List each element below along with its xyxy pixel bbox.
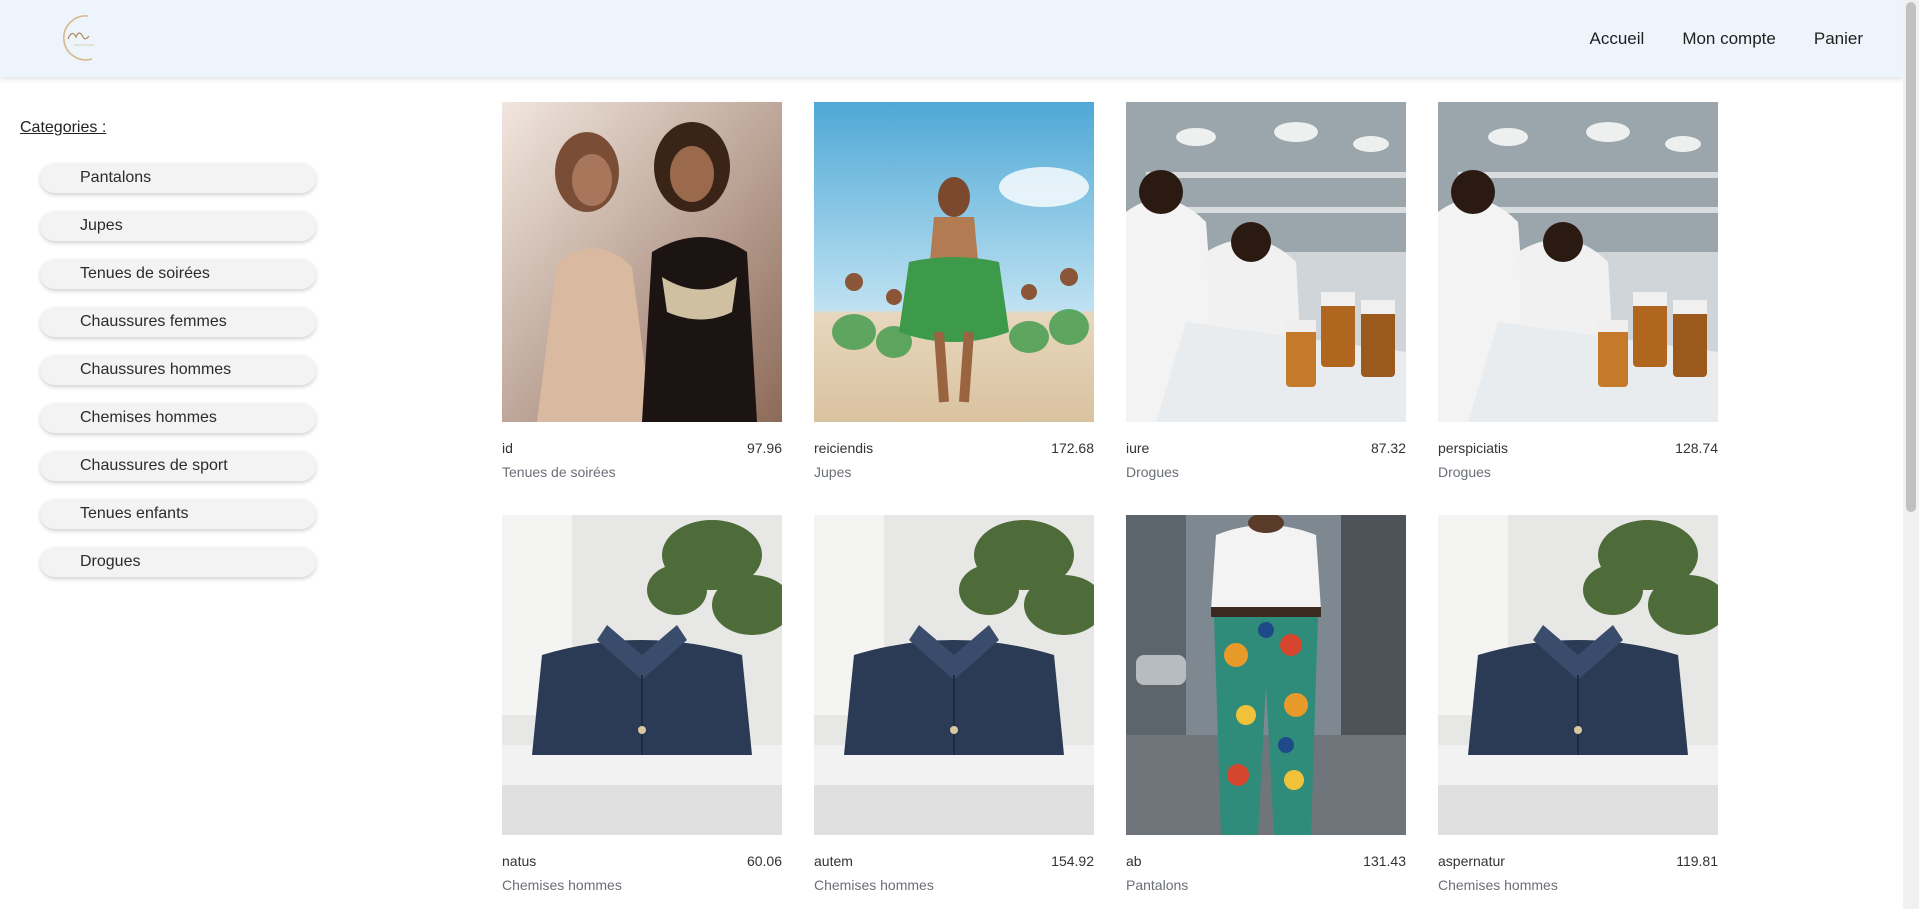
product-price: 131.43 xyxy=(1363,853,1406,869)
product-name[interactable]: id xyxy=(502,440,513,456)
category-item-drogues[interactable]: Drogues xyxy=(40,547,316,577)
product-category: Drogues xyxy=(1438,464,1491,480)
nav-panier[interactable]: Panier xyxy=(1814,29,1863,49)
product-category: Chemises hommes xyxy=(1438,877,1558,893)
scrollbar-thumb[interactable] xyxy=(1906,2,1916,512)
product-name[interactable]: reiciendis xyxy=(814,440,873,456)
product-name[interactable]: natus xyxy=(502,853,536,869)
product-card[interactable]: id 97.96 Tenues de soirées xyxy=(502,102,782,480)
product-category: Jupes xyxy=(814,464,852,480)
product-category: Pantalons xyxy=(1126,877,1189,893)
product-card[interactable]: natus 60.06 Chemises hommes xyxy=(502,515,782,893)
page: Accueil Mon compte Panier Categories : P… xyxy=(0,0,1919,909)
product-name[interactable]: perspiciatis xyxy=(1438,440,1508,456)
category-item-chaussures-femmes[interactable]: Chaussures femmes xyxy=(40,307,316,337)
product-price: 128.74 xyxy=(1675,440,1718,456)
categories-heading: Categories : xyxy=(20,119,107,136)
product-card[interactable]: perspiciatis 128.74 Drogues xyxy=(1438,102,1718,480)
product-image[interactable] xyxy=(1438,102,1718,422)
product-name[interactable]: ab xyxy=(1126,853,1142,869)
nav-mon-compte[interactable]: Mon compte xyxy=(1682,29,1776,49)
product-image[interactable] xyxy=(1438,515,1718,835)
product-name[interactable]: iure xyxy=(1126,440,1149,456)
product-card[interactable]: ab 131.43 Pantalons xyxy=(1126,515,1406,893)
brand-logo[interactable] xyxy=(54,13,108,63)
top-navbar: Accueil Mon compte Panier xyxy=(0,0,1903,77)
category-list: Pantalons Jupes Tenues de soirées Chauss… xyxy=(40,163,316,595)
category-item-tenues-enfants[interactable]: Tenues enfants xyxy=(40,499,316,529)
product-image[interactable] xyxy=(502,515,782,835)
product-card[interactable]: autem 154.92 Chemises hommes xyxy=(814,515,1094,893)
product-price: 97.96 xyxy=(746,440,782,456)
product-image[interactable] xyxy=(1126,515,1406,835)
product-price: 154.92 xyxy=(1051,853,1094,869)
product-name[interactable]: aspernatur xyxy=(1438,853,1505,869)
product-category: Drogues xyxy=(1126,464,1179,480)
product-category: Chemises hommes xyxy=(502,877,622,893)
product-category: Chemises hommes xyxy=(814,877,934,893)
category-item-chaussures-de-sport[interactable]: Chaussures de sport xyxy=(40,451,316,481)
product-card[interactable]: iure 87.32 Drogues xyxy=(1126,102,1406,480)
product-price: 60.06 xyxy=(746,853,782,869)
category-item-jupes[interactable]: Jupes xyxy=(40,211,316,241)
product-price: 119.81 xyxy=(1676,853,1718,869)
category-item-tenues-de-soirees[interactable]: Tenues de soirées xyxy=(40,259,316,289)
product-card[interactable]: reiciendis 172.68 Jupes xyxy=(814,102,1094,480)
product-price: 87.32 xyxy=(1370,440,1406,456)
product-image[interactable] xyxy=(814,102,1094,422)
page-scrollbar[interactable] xyxy=(1903,0,1919,909)
product-category: Tenues de soirées xyxy=(502,464,616,480)
product-name[interactable]: autem xyxy=(814,853,853,869)
category-item-chemises-hommes[interactable]: Chemises hommes xyxy=(40,403,316,433)
product-image[interactable] xyxy=(502,102,782,422)
product-image[interactable] xyxy=(814,515,1094,835)
product-grid: id 97.96 Tenues de soirées reiciendis 17… xyxy=(502,102,1718,893)
category-item-pantalons[interactable]: Pantalons xyxy=(40,163,316,193)
nav-accueil[interactable]: Accueil xyxy=(1590,29,1645,49)
product-price: 172.68 xyxy=(1051,440,1094,456)
product-card[interactable]: aspernatur 119.81 Chemises hommes xyxy=(1438,515,1718,893)
category-item-chaussures-hommes[interactable]: Chaussures hommes xyxy=(40,355,316,385)
product-image[interactable] xyxy=(1126,102,1406,422)
main-nav: Accueil Mon compte Panier xyxy=(1590,0,1864,77)
